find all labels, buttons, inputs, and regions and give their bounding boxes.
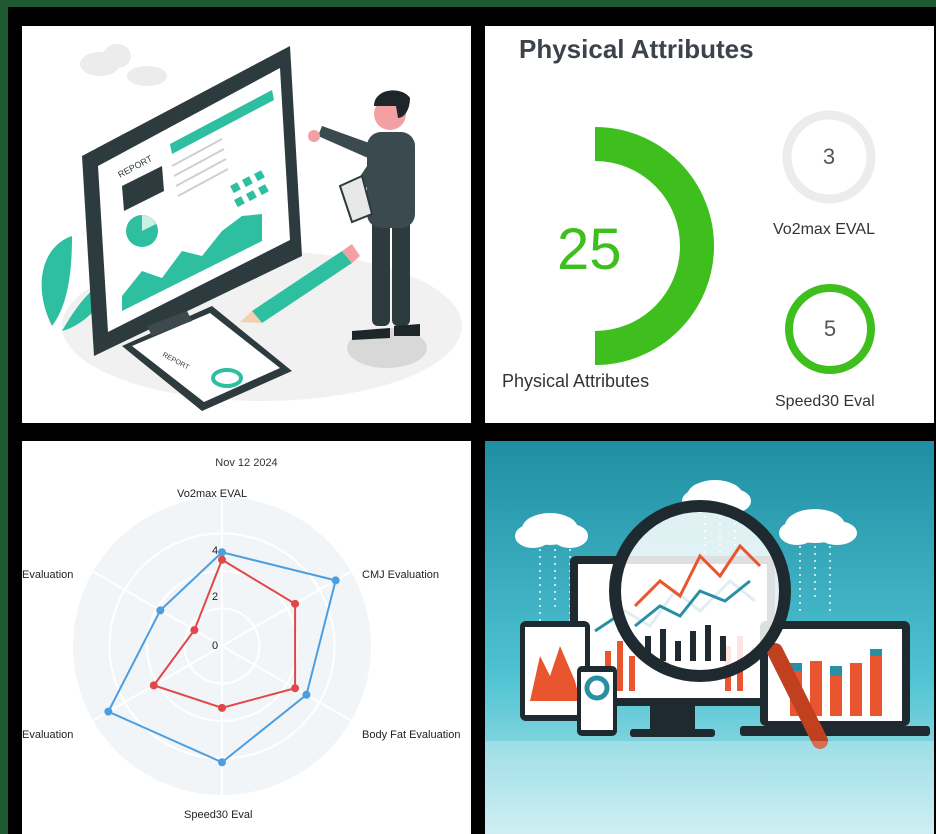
tick-label-2: 2 xyxy=(212,591,219,603)
tick-label-0: 0 xyxy=(212,640,219,652)
radar-point-s1-5[interactable] xyxy=(156,606,165,615)
vo2max-label: Vo2max EVAL xyxy=(773,221,875,238)
radar-point-s2-4[interactable] xyxy=(149,681,158,690)
speed-label: Speed30 Eval xyxy=(775,393,875,410)
main-value: 25 xyxy=(557,217,622,282)
frame-left-border xyxy=(0,0,8,834)
floor-reflection xyxy=(485,741,934,834)
phone-icon xyxy=(577,666,617,736)
analytics-illustration-panel xyxy=(485,441,934,834)
radar-point-s2-3[interactable] xyxy=(218,703,226,712)
radar-chart-panel: Nov 12 2024 Vo2max EVAL CMJ Evaluation B… xyxy=(22,441,471,834)
frame-top-border xyxy=(0,0,936,7)
speed-value: 5 xyxy=(823,316,837,341)
axis-label-left-upper: Evaluation xyxy=(22,569,74,581)
radar-point-s1-3[interactable] xyxy=(218,758,226,767)
axis-label-left-lower: Evaluation xyxy=(22,729,74,741)
vo2max-value: 3 xyxy=(822,144,836,169)
axis-label-cmj: CMJ Evaluation xyxy=(362,569,440,581)
cloud-icon xyxy=(80,44,167,86)
tick-label-4: 4 xyxy=(212,545,219,557)
axis-label-speed30: Speed30 Eval xyxy=(184,809,253,821)
radar-point-s1-4[interactable] xyxy=(104,707,113,716)
axis-label-vo2max: Vo2max EVAL xyxy=(177,488,248,500)
radar-point-s2-0[interactable] xyxy=(218,555,226,564)
analytics-illustration xyxy=(485,441,934,834)
axis-label-body-fat: Body Fat Evaluation xyxy=(362,729,461,741)
radar-point-s1-1[interactable] xyxy=(331,576,340,585)
report-illustration: REPORT REPORT xyxy=(41,44,462,411)
main-label: Physical Attributes xyxy=(502,371,650,391)
radar-point-s2-5[interactable] xyxy=(190,626,199,635)
radar-point-s1-0[interactable] xyxy=(218,548,226,557)
physical-attributes-panel: Physical Attributes 25 Physical Attribut… xyxy=(485,26,934,423)
radar-point-s2-1[interactable] xyxy=(291,599,300,608)
report-illustration-panel: REPORT REPORT xyxy=(22,26,471,423)
radar-point-s2-2[interactable] xyxy=(291,684,300,693)
radar-point-s1-2[interactable] xyxy=(302,690,311,699)
